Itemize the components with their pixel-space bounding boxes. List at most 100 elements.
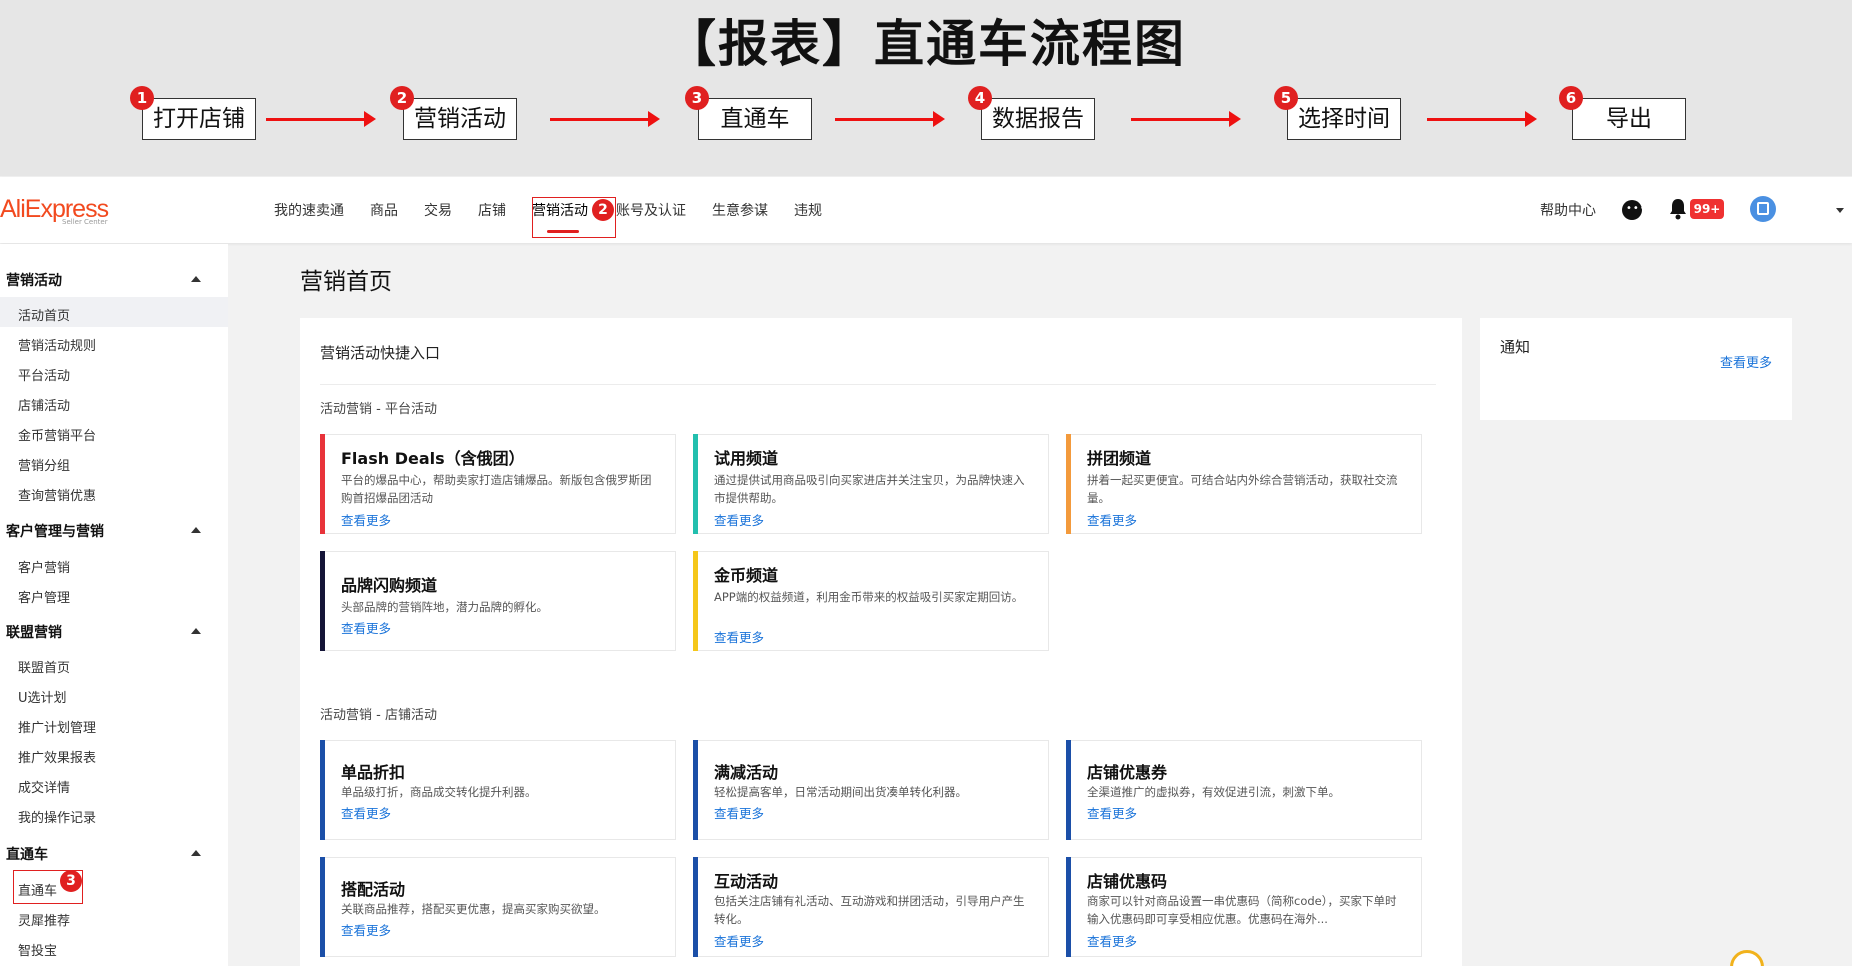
chevron-up-icon[interactable] xyxy=(191,276,201,282)
flow-step-open-store: 打开店铺 xyxy=(142,98,256,140)
support-bubble-icon[interactable] xyxy=(1730,950,1764,966)
tile-trial-channel[interactable]: 试用频道 通过提供试用商品吸引向买家进店并关注宝贝，为品牌快速入市提供帮助。 查… xyxy=(693,434,1049,534)
step-marker: 2 xyxy=(592,199,614,221)
nav-store[interactable]: 店铺 xyxy=(478,200,506,220)
tile-title: 金币频道 xyxy=(714,566,779,585)
sidebar-item-rules[interactable]: 营销活动规则 xyxy=(18,335,96,354)
tile-description: 通过提供试用商品吸引向买家进店并关注宝贝，为品牌快速入市提供帮助。 xyxy=(714,473,1025,505)
tile-store-code[interactable]: 店铺优惠码 商家可以针对商品设置一串优惠码（简称code），买家下单时输入优惠码… xyxy=(1066,857,1422,957)
tile-title: 试用频道 xyxy=(714,449,779,468)
sidebar-item-coin-platform[interactable]: 金币营销平台 xyxy=(18,425,96,444)
sidebar-item-operation-log[interactable]: 我的操作记录 xyxy=(18,807,96,826)
flow-step-marketing: 营销活动 xyxy=(403,98,517,140)
sidebar-item-platform-activity[interactable]: 平台活动 xyxy=(18,365,70,384)
chevron-up-icon[interactable] xyxy=(191,527,201,533)
notice-card: 通知 查看更多 xyxy=(1480,318,1792,420)
tile-description: 全渠道推广的虚拟券，有效促进引流，刺激下单。 xyxy=(1087,785,1340,799)
sidebar-item-activity-home[interactable]: 活动首页 xyxy=(18,305,70,324)
view-more-link[interactable]: 查看更多 xyxy=(1087,931,1137,950)
chat-icon[interactable]: ••• xyxy=(1622,200,1646,220)
sidebar-item-promo-report[interactable]: 推广效果报表 xyxy=(18,747,96,766)
quick-entry-card: 营销活动快捷入口 活动营销 - 平台活动 Flash Deals（含俄团） 平台… xyxy=(300,318,1462,966)
view-more-link[interactable]: 查看更多 xyxy=(341,803,391,822)
tile-interactive[interactable]: 互动活动 包括关注店铺有礼活动、互动游戏和拼团活动，引导用户产生转化。 查看更多 xyxy=(693,857,1049,957)
sidebar-item-customer-management[interactable]: 客户管理 xyxy=(18,587,70,606)
tile-flash-deals[interactable]: Flash Deals（含俄团） 平台的爆品中心，帮助卖家打造店铺爆品。新版包含… xyxy=(320,434,676,534)
sidebar-item-zhitoubao[interactable]: 智投宝 xyxy=(18,940,57,959)
tile-description: 拼着一起买更便宜。可结合站内外综合营销活动，获取社交流量。 xyxy=(1087,473,1398,505)
view-more-link[interactable]: 查看更多 xyxy=(341,618,391,637)
tile-description: 关联商品推荐，搭配买更优惠，提高买家购买欲望。 xyxy=(341,902,606,916)
flow-arrow xyxy=(835,111,945,127)
sidebar-group-customers[interactable]: 客户管理与营销 xyxy=(6,521,104,541)
tile-bundle[interactable]: 搭配活动 关联商品推荐，搭配买更优惠，提高买家购买欲望。 查看更多 xyxy=(320,857,676,957)
view-more-link[interactable]: 查看更多 xyxy=(1087,510,1137,529)
tile-single-discount[interactable]: 单品折扣 单品级打折，商品成交转化提升利器。 查看更多 xyxy=(320,740,676,840)
tile-accent-bar xyxy=(693,740,698,840)
tile-description: 包括关注店铺有礼活动、互动游戏和拼团活动，引导用户产生转化。 xyxy=(714,894,1025,926)
nav-account[interactable]: 账号及认证 xyxy=(616,200,686,220)
sidebar-item-deal-details[interactable]: 成交详情 xyxy=(18,777,70,796)
view-more-link[interactable]: 查看更多 xyxy=(714,931,764,950)
sidebar-item-marketing-groups[interactable]: 营销分组 xyxy=(18,455,70,474)
avatar[interactable] xyxy=(1750,196,1776,222)
flow-step-number: 3 xyxy=(685,86,709,110)
sidebar-item-affiliate-home[interactable]: 联盟首页 xyxy=(18,657,70,676)
tile-coin-channel[interactable]: 金币频道 APP端的权益频道，利用金币带来的权益吸引买家定期回访。 查看更多 xyxy=(693,551,1049,651)
sidebar-group-marketing[interactable]: 营销活动 xyxy=(6,270,62,290)
sidebar-item-promo-plans[interactable]: 推广计划管理 xyxy=(18,717,96,736)
sidebar-group-ztc[interactable]: 直通车 xyxy=(6,844,48,864)
step-marker: 3 xyxy=(60,870,82,892)
flow-title: 【报表】直通车流程图 xyxy=(666,15,1186,73)
sidebar-item-lingxi[interactable]: 灵犀推荐 xyxy=(18,910,70,929)
tile-title: Flash Deals（含俄团） xyxy=(341,449,525,468)
view-more-link[interactable]: 查看更多 xyxy=(714,803,764,822)
view-more-link[interactable]: 查看更多 xyxy=(341,510,391,529)
sidebar-item-u-select[interactable]: U选计划 xyxy=(18,687,67,706)
nav-business-advisor[interactable]: 生意参谋 xyxy=(712,200,768,220)
tile-accent-bar xyxy=(320,740,325,840)
chevron-up-icon[interactable] xyxy=(191,850,201,856)
sidebar-group-affiliate[interactable]: 联盟营销 xyxy=(6,622,62,642)
tile-description: 商家可以针对商品设置一串优惠码（简称code），买家下单时输入优惠码即可享受相应… xyxy=(1087,894,1397,926)
chevron-up-icon[interactable] xyxy=(191,628,201,634)
flow-step-export: 导出 xyxy=(1572,98,1686,140)
nav-violations[interactable]: 违规 xyxy=(794,200,822,220)
divider xyxy=(320,384,1436,385)
flow-step-number: 6 xyxy=(1559,86,1583,110)
view-more-link[interactable]: 查看更多 xyxy=(714,510,764,529)
chevron-down-icon[interactable] xyxy=(1836,208,1844,213)
tile-accent-bar xyxy=(320,551,325,651)
tile-full-reduction[interactable]: 满减活动 轻松提高客单，日常活动期间出货凑单转化利器。 查看更多 xyxy=(693,740,1049,840)
view-more-link[interactable]: 查看更多 xyxy=(341,920,391,939)
tile-title: 店铺优惠券 xyxy=(1087,763,1168,782)
sidebar-item-store-activity[interactable]: 店铺活动 xyxy=(18,395,70,414)
nav-products[interactable]: 商品 xyxy=(370,200,398,220)
flow-arrow xyxy=(266,111,376,127)
tile-description: 轻松提高客单，日常活动期间出货凑单转化利器。 xyxy=(714,785,967,799)
quick-entry-title: 营销活动快捷入口 xyxy=(320,344,441,362)
tile-accent-bar xyxy=(693,551,698,651)
notice-view-more-link[interactable]: 查看更多 xyxy=(1720,352,1772,371)
nav-my-aliexpress[interactable]: 我的速卖通 xyxy=(274,200,344,220)
sidebar-item-query-discounts[interactable]: 查询营销优惠 xyxy=(18,485,96,504)
tile-description: 头部品牌的营销阵地，潜力品牌的孵化。 xyxy=(341,600,548,614)
tile-store-coupon[interactable]: 店铺优惠券 全渠道推广的虚拟券，有效促进引流，刺激下单。 查看更多 xyxy=(1066,740,1422,840)
notice-title: 通知 xyxy=(1500,338,1531,356)
tile-title: 互动活动 xyxy=(714,872,779,891)
bell-icon[interactable] xyxy=(1668,198,1688,220)
section-platform-title: 活动营销 - 平台活动 xyxy=(320,402,437,417)
help-center-link[interactable]: 帮助中心 xyxy=(1540,200,1596,220)
tile-brand-flash[interactable]: 品牌闪购频道 头部品牌的营销阵地，潜力品牌的孵化。 查看更多 xyxy=(320,551,676,651)
tile-group-buy[interactable]: 拼团频道 拼着一起买更便宜。可结合站内外综合营销活动，获取社交流量。 查看更多 xyxy=(1066,434,1422,534)
section-store-title: 活动营销 - 店铺活动 xyxy=(320,708,437,723)
tile-accent-bar xyxy=(320,434,325,534)
flow-arrow xyxy=(1427,111,1537,127)
sidebar-item-customer-marketing[interactable]: 客户营销 xyxy=(18,557,70,576)
flow-step-number: 4 xyxy=(968,86,992,110)
flow-step-ztc: 直通车 xyxy=(698,98,812,140)
nav-orders[interactable]: 交易 xyxy=(424,200,452,220)
view-more-link[interactable]: 查看更多 xyxy=(1087,803,1137,822)
tile-title: 店铺优惠码 xyxy=(1087,872,1168,891)
view-more-link[interactable]: 查看更多 xyxy=(714,627,764,646)
